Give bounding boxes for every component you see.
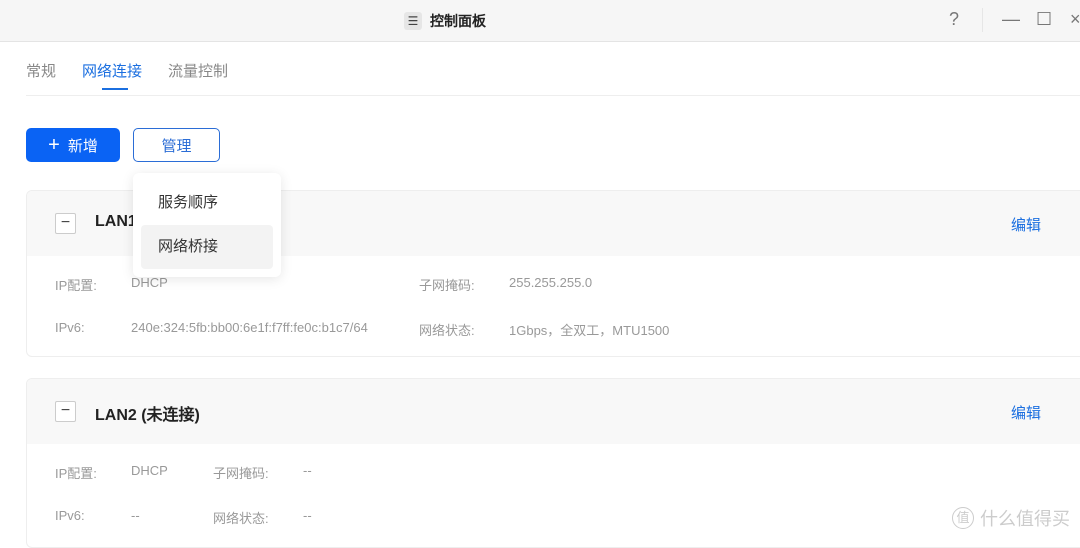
title-bar: ☰ 控制面板 ? — ☐ ×: [0, 0, 1080, 42]
manage-button[interactable]: 管理: [133, 128, 220, 162]
subnet-mask-label: 子网掩码:: [419, 278, 475, 293]
subnet-mask-label: 子网掩码:: [213, 466, 269, 481]
tab-network-connection[interactable]: 网络连接: [82, 60, 142, 90]
network-status-value: 1Gbps，全双工，MTU1500: [509, 323, 670, 338]
sliders-icon: ☰: [404, 12, 422, 30]
ip-config-value: DHCP: [131, 463, 168, 478]
edit-link[interactable]: 编辑: [1011, 402, 1041, 423]
ipv6-label: IPv6:: [55, 320, 85, 335]
tab-general[interactable]: 常规: [26, 60, 56, 90]
ip-config-value: DHCP: [131, 275, 168, 290]
network-status-label: 网络状态:: [419, 323, 475, 338]
collapse-icon[interactable]: −: [55, 401, 76, 422]
menu-item-network-bridge[interactable]: 网络桥接: [141, 225, 273, 269]
tab-bar: 常规 网络连接 流量控制: [26, 60, 254, 90]
watermark-text: 什么值得买: [980, 509, 1070, 529]
plus-icon: +: [48, 133, 60, 156]
lan2-card: − LAN2 (未连接) 编辑 IP配置: DHCP 子网掩码: -- IPv6…: [26, 378, 1080, 548]
ipv6-value: --: [131, 508, 140, 523]
watermark-logo-icon: 值: [952, 507, 974, 529]
manage-dropdown: 服务顺序 网络桥接: [133, 173, 281, 277]
ip-config-label: IP配置:: [55, 466, 97, 481]
ipv6-label: IPv6:: [55, 508, 85, 523]
card-title: LAN2 (未连接): [95, 407, 200, 424]
tab-traffic-control[interactable]: 流量控制: [168, 60, 228, 90]
add-button[interactable]: + 新增: [26, 128, 120, 162]
ipv6-value: 240e:324:5fb:bb00:6e1f:f7ff:fe0c:b1c7/64: [131, 320, 368, 335]
watermark: 值 什么值得买: [952, 505, 1070, 531]
window-title: ☰ 控制面板: [404, 11, 486, 31]
close-button[interactable]: ×: [1070, 9, 1080, 30]
maximize-button[interactable]: ☐: [1036, 9, 1052, 30]
edit-link[interactable]: 编辑: [1011, 214, 1041, 235]
collapse-icon[interactable]: −: [55, 213, 76, 234]
help-button[interactable]: ?: [949, 9, 959, 30]
network-status-label: 网络状态:: [213, 511, 269, 526]
add-label: 新增: [67, 137, 98, 155]
minimize-button[interactable]: —: [1002, 9, 1020, 30]
titlebar-divider: [982, 8, 983, 32]
subnet-mask-value: 255.255.255.0: [509, 275, 593, 290]
tab-divider: [26, 95, 1080, 96]
menu-item-service-order[interactable]: 服务顺序: [141, 181, 273, 225]
ip-config-label: IP配置:: [55, 278, 97, 293]
window-title-text: 控制面板: [430, 13, 486, 29]
subnet-mask-value: --: [303, 463, 312, 478]
card-header: − LAN2 (未连接) 编辑: [27, 379, 1080, 444]
network-status-value: --: [303, 508, 312, 523]
